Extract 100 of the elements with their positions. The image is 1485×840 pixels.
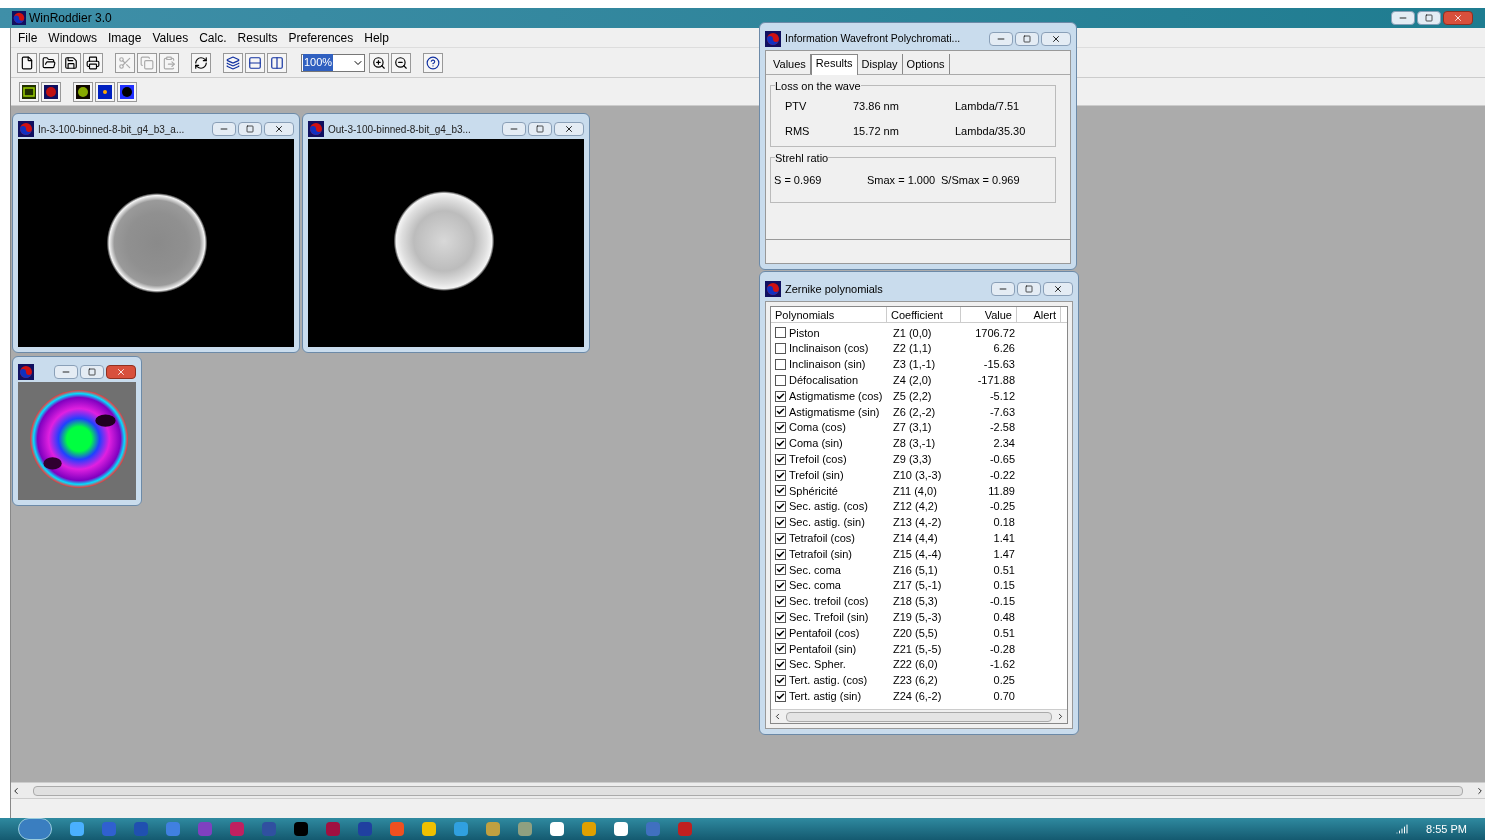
checkbox[interactable]: [775, 469, 786, 481]
menu-item[interactable]: Windows: [43, 28, 103, 47]
minimize-button[interactable]: [989, 32, 1013, 46]
checkbox[interactable]: [775, 422, 786, 434]
minimize-button[interactable]: [212, 122, 236, 136]
table-cell-text: Sec. coma: [789, 562, 841, 578]
close-button[interactable]: [264, 122, 294, 136]
column-header[interactable]: Value: [961, 307, 1017, 322]
minimize-button[interactable]: [502, 122, 526, 136]
toolbar-button[interactable]: [223, 52, 243, 73]
table-cell-text: Pentafoil (sin): [789, 641, 857, 657]
menu-item[interactable]: Results: [232, 28, 283, 47]
scroll-left-icon[interactable]: [11, 785, 21, 796]
menu-item[interactable]: File: [13, 28, 43, 47]
column-header[interactable]: Polynomials: [771, 307, 887, 322]
table-cell-text: 0.25: [992, 673, 1016, 689]
checkbox[interactable]: [775, 690, 786, 702]
start-button[interactable]: [18, 818, 52, 840]
save-icon: [64, 55, 78, 70]
tab[interactable]: Display: [857, 54, 903, 74]
checkbox[interactable]: [775, 659, 786, 671]
toolbar-button[interactable]: [17, 52, 37, 73]
column-header[interactable]: Alert: [1017, 307, 1061, 322]
checkbox[interactable]: [775, 485, 786, 497]
menu-item[interactable]: Image: [103, 28, 147, 47]
menu-item[interactable]: Values: [147, 28, 194, 47]
toolbar-button[interactable]: [391, 52, 411, 73]
checkbox[interactable]: [775, 516, 786, 528]
toolbar-button[interactable]: [191, 52, 211, 73]
minimize-button[interactable]: [1391, 11, 1415, 25]
checkbox[interactable]: [775, 359, 786, 370]
checkbox[interactable]: [775, 501, 786, 513]
scroll-left-icon[interactable]: [773, 712, 782, 721]
close-button[interactable]: [1443, 11, 1473, 25]
toolbar-button[interactable]: [83, 52, 103, 73]
tab[interactable]: Results: [810, 54, 858, 75]
toolbar-button[interactable]: [245, 52, 265, 73]
minimize-button[interactable]: [54, 365, 78, 379]
close-button[interactable]: [106, 365, 136, 379]
taskbar-app-icon[interactable]: [294, 822, 308, 836]
tab[interactable]: Values: [769, 54, 811, 74]
metric-lambda: Lambda/35.30: [955, 123, 1026, 139]
zoom-in-icon: [372, 55, 386, 70]
checkbox[interactable]: [775, 438, 786, 449]
table-cell-text: 1.41: [992, 531, 1016, 546]
scroll-thumb[interactable]: [786, 711, 1052, 722]
tile-vertical-icon: [270, 55, 284, 70]
minimize-button[interactable]: [991, 282, 1015, 296]
scroll-thumb[interactable]: [33, 785, 1463, 796]
close-button[interactable]: [1041, 32, 1071, 46]
tool-button[interactable]: [19, 81, 39, 102]
table-cell-text: -171.88: [976, 373, 1016, 389]
menu-item[interactable]: Preferences: [283, 28, 359, 47]
table-cell-text: Coma (cos): [789, 420, 846, 436]
help-icon: [426, 55, 440, 70]
taskbar-app-icon[interactable]: [614, 822, 628, 836]
checkbox[interactable]: [775, 643, 786, 655]
table-cell-text: Z17 (5,-1): [892, 578, 943, 594]
tab[interactable]: Options: [902, 54, 950, 74]
toolbar-button[interactable]: [61, 52, 81, 73]
column-header[interactable]: Coefficient: [887, 307, 961, 322]
maximize-icon: [1425, 14, 1433, 22]
tool-button[interactable]: [117, 81, 137, 102]
taskbar-app-icon[interactable]: [422, 822, 436, 836]
close-button[interactable]: [554, 122, 584, 136]
close-button[interactable]: [1043, 282, 1073, 296]
checkbox[interactable]: [775, 548, 786, 560]
checkbox[interactable]: [775, 327, 786, 339]
checkbox[interactable]: [775, 564, 786, 576]
scroll-right-icon[interactable]: [1475, 785, 1485, 796]
menu-item[interactable]: Calc.: [194, 28, 232, 47]
table-cell-text: Z14 (4,4): [892, 531, 939, 546]
zoom-dropdown[interactable]: 100%: [301, 53, 365, 72]
checkbox[interactable]: [775, 674, 786, 686]
table-cell-text: -1.62: [988, 657, 1016, 673]
tool-button[interactable]: [41, 81, 61, 102]
scroll-right-icon[interactable]: [1056, 712, 1065, 721]
tool-button[interactable]: [95, 81, 115, 102]
checkbox[interactable]: [775, 532, 786, 544]
table-cell-text: 11.89: [987, 483, 1016, 499]
toolbar-button[interactable]: [423, 52, 443, 73]
checkbox[interactable]: [775, 406, 786, 418]
menu-item[interactable]: Help: [359, 28, 394, 47]
tool-button[interactable]: [73, 81, 93, 102]
toolbar-button[interactable]: [267, 52, 287, 73]
checkbox[interactable]: [775, 453, 786, 465]
checkbox[interactable]: [775, 580, 786, 592]
table-cell-text: 0.15: [992, 578, 1016, 594]
checkbox[interactable]: [775, 390, 786, 402]
toolbar-button[interactable]: [39, 52, 59, 73]
table-cell-text: Z5 (2,2): [892, 388, 933, 404]
checkbox[interactable]: [775, 343, 786, 355]
taskbar-app-icon[interactable]: [550, 822, 564, 836]
maximize-button[interactable]: [1417, 11, 1441, 25]
checkbox[interactable]: [775, 627, 786, 639]
checkbox[interactable]: [775, 374, 786, 386]
checkbox[interactable]: [775, 611, 786, 623]
checkbox[interactable]: [775, 595, 786, 607]
window-title: Out-3-100-binned-8-bit_g4_b3...: [328, 122, 472, 137]
toolbar-button[interactable]: [369, 52, 389, 73]
